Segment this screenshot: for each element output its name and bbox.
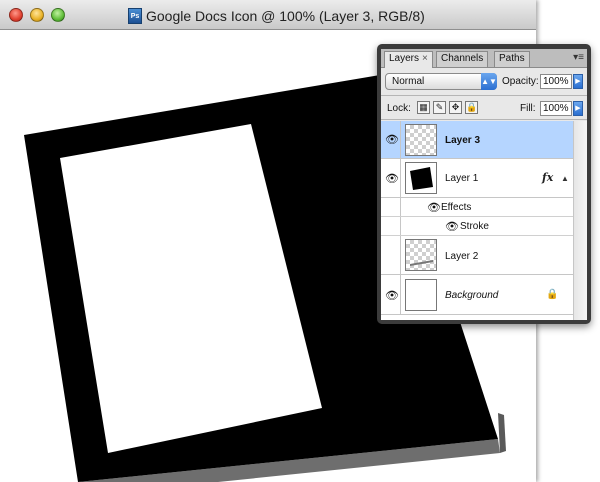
eye-icon[interactable]: 👁 — [385, 172, 399, 185]
tab-layers-label: Layers — [389, 53, 420, 64]
eye-icon[interactable]: 👁 — [385, 289, 399, 302]
tab-channels-label: Channels — [441, 53, 484, 64]
fill-input[interactable]: 100% — [540, 101, 572, 116]
eye-icon[interactable]: 👁 — [385, 133, 399, 146]
stroke-effect-row[interactable]: 👁 Stroke — [381, 217, 573, 236]
palette-tab-bar: Layers × Channels Paths ▾≡ — [381, 49, 587, 68]
eye-icon[interactable]: 👁 — [427, 201, 441, 214]
layers-scrollbar[interactable] — [573, 121, 587, 320]
lock-label: Lock: — [387, 103, 411, 114]
tab-layers[interactable]: Layers × — [384, 51, 433, 68]
layer-thumbnail — [405, 124, 437, 156]
black-shape-thumbnail-icon — [410, 167, 433, 190]
layer-effects-icon[interactable]: fx — [542, 171, 553, 184]
eye-icon[interactable]: 👁 — [445, 220, 459, 233]
close-window-button[interactable] — [9, 8, 23, 22]
layers-palette: Layers × Channels Paths ▾≡ Normal ▲▼ Opac… — [377, 44, 591, 324]
expand-effects-icon[interactable]: ▲ — [561, 174, 569, 183]
layer-name: Layer 3 — [445, 135, 481, 146]
lock-transparent-pixels-icon[interactable]: ▦ — [417, 101, 430, 114]
palette-menu-icon[interactable]: ▾≡ — [573, 52, 584, 63]
close-tab-icon[interactable]: × — [422, 53, 428, 64]
lock-icon: 🔒 — [546, 289, 559, 300]
layers-list: 👁 Layer 3 👁 Layer 1 fx ▲ 👁 Effects 👁 Str… — [381, 121, 587, 320]
opacity-slider-button[interactable]: ▶ — [573, 74, 583, 89]
zoom-window-button[interactable] — [51, 8, 65, 22]
visibility-column — [381, 217, 401, 235]
gray-line-thumbnail-icon — [410, 260, 433, 266]
layer-thumbnail — [405, 162, 437, 194]
stroke-label: Stroke — [460, 221, 489, 232]
layer-row-layer-2[interactable]: Layer 2 — [381, 236, 573, 275]
visibility-column: 👁 — [381, 121, 401, 158]
tab-paths-label: Paths — [499, 53, 525, 64]
lock-position-icon[interactable]: ✥ — [449, 101, 462, 114]
opacity-label: Opacity: — [502, 76, 539, 87]
photoshop-file-icon: Ps — [128, 8, 142, 24]
visibility-column — [381, 198, 401, 216]
layer-row-background[interactable]: 👁 Background 🔒 — [381, 275, 573, 315]
layer-row-layer-3[interactable]: 👁 Layer 3 — [381, 121, 573, 159]
visibility-column: 👁 — [381, 275, 401, 314]
minimize-window-button[interactable] — [30, 8, 44, 22]
tab-channels[interactable]: Channels — [436, 51, 489, 67]
layer-name: Background — [445, 290, 499, 301]
blend-mode-dropdown-icon: ▲▼ — [481, 73, 497, 90]
layer-name: Layer 1 — [445, 173, 479, 184]
effects-row[interactable]: 👁 Effects — [381, 198, 573, 217]
lock-all-icon[interactable]: 🔒 — [465, 101, 478, 114]
layer-name: Layer 2 — [445, 251, 479, 262]
window-title: Google Docs Icon @ 100% (Layer 3, RGB/8) — [146, 8, 425, 24]
visibility-column: 👁 — [381, 159, 401, 197]
layers-palette-body: Layers × Channels Paths ▾≡ Normal ▲▼ Opac… — [381, 49, 587, 320]
fill-slider-button[interactable]: ▶ — [573, 101, 583, 116]
visibility-column[interactable] — [381, 236, 401, 274]
divider — [381, 119, 587, 120]
tab-paths[interactable]: Paths — [494, 51, 530, 67]
slab-right-edge — [498, 413, 506, 453]
lock-image-pixels-icon[interactable]: ✎ — [433, 101, 446, 114]
fill-label: Fill: — [520, 103, 536, 114]
blend-mode-select[interactable]: Normal ▲▼ — [385, 73, 497, 90]
title-bar[interactable]: Ps Google Docs Icon @ 100% (Layer 3, RGB… — [0, 0, 536, 30]
layer-row-layer-1[interactable]: 👁 Layer 1 fx ▲ — [381, 159, 573, 198]
blend-mode-value: Normal — [392, 76, 425, 87]
divider — [381, 95, 587, 96]
opacity-input[interactable]: 100% — [540, 74, 572, 89]
effects-label: Effects — [441, 202, 472, 213]
layer-thumbnail — [405, 239, 437, 271]
layer-thumbnail — [405, 279, 437, 311]
